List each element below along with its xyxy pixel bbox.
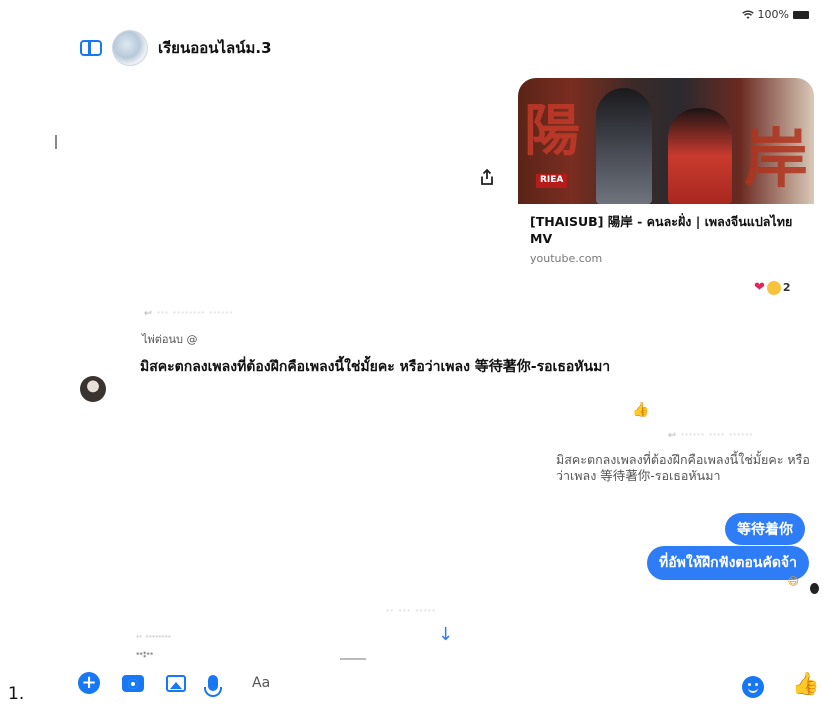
outgoing-message[interactable]: 等待着你 xyxy=(725,513,805,545)
heart-icon: ❤ xyxy=(754,280,765,295)
battery-icon xyxy=(793,10,809,19)
plus-icon[interactable]: + xyxy=(78,672,100,694)
share-icon[interactable] xyxy=(478,168,496,186)
message-reactions[interactable]: ❤ 2 xyxy=(754,280,791,295)
thumbnail-figure-man xyxy=(596,88,652,204)
link-title[interactable]: [THAISUB] 陽岸 - คนละฝั่ง | เพลงจีนแปลไทย … xyxy=(530,214,802,248)
timestamp: ·· ··· ····· xyxy=(386,606,437,617)
shared-link-card[interactable]: 陽 岸 RIEA [THAISUB] 陽岸 - คนละฝั่ง | เพลงจ… xyxy=(518,78,814,278)
typing-time: ··:·· xyxy=(136,650,154,660)
status-bar: 100% xyxy=(741,8,809,21)
incoming-message[interactable]: มิสคะตกลงเพลงที่ต้องฝึกคือเพลงนี้ใช่มั้ย… xyxy=(140,358,680,378)
sender-name: ไพ่ต่อนบ @ xyxy=(142,333,198,346)
camera-icon[interactable] xyxy=(122,674,144,692)
divider xyxy=(340,658,366,660)
thumbnail-badge: RIEA xyxy=(536,174,568,188)
wifi-icon xyxy=(741,9,754,19)
outgoing-message[interactable]: ที่อัพให้ฝึกฟังตอนคัดจ้า xyxy=(647,546,809,580)
seen-avatar xyxy=(810,583,819,594)
thumbs-up-reaction-icon: 👍 xyxy=(632,402,650,418)
thumbnail-calligraphy-left: 陽 xyxy=(524,98,580,164)
reply-annotation: ↩ ······ ···· ······ xyxy=(668,430,754,441)
reply-annotation: ↩ ··· ········ ······ xyxy=(144,308,234,319)
video-thumbnail[interactable]: 陽 岸 RIEA xyxy=(518,78,814,204)
list-number: 1. xyxy=(8,684,25,704)
emoji-icon[interactable] xyxy=(742,676,764,698)
group-avatar[interactable] xyxy=(112,30,148,66)
chat-title[interactable]: เรียนออนไลน์ม.3 xyxy=(158,36,272,60)
thumbnail-calligraphy-right: 岸 xyxy=(744,122,808,197)
battery-percent: 100% xyxy=(757,8,789,21)
sidebar-toggle-icon[interactable] xyxy=(80,40,102,56)
typing-status: ·· ········ xyxy=(136,632,171,643)
reaction-icon: 😄 xyxy=(787,575,799,588)
quoted-message[interactable]: มิสคะตกลงเพลงที่ต้องฝึกคือเพลงนี้ใช่มั้ย… xyxy=(556,452,812,484)
thumbnail-figure-woman xyxy=(668,108,732,204)
photo-icon[interactable] xyxy=(166,674,186,692)
avatar[interactable] xyxy=(80,376,106,402)
scroll-down-arrow-icon[interactable]: ↓ xyxy=(438,624,453,645)
microphone-icon[interactable] xyxy=(204,675,222,697)
link-domain: youtube.com xyxy=(530,251,603,265)
chat-header: เรียนออนไลน์ม.3 xyxy=(80,30,272,66)
message-input[interactable]: Aa xyxy=(252,675,270,691)
wow-face-icon xyxy=(766,280,781,295)
message-composer: + Aa xyxy=(78,672,270,697)
reaction-count: 2 xyxy=(782,281,791,294)
text-cursor xyxy=(55,135,57,149)
like-icon[interactable]: 👍 xyxy=(792,672,819,697)
